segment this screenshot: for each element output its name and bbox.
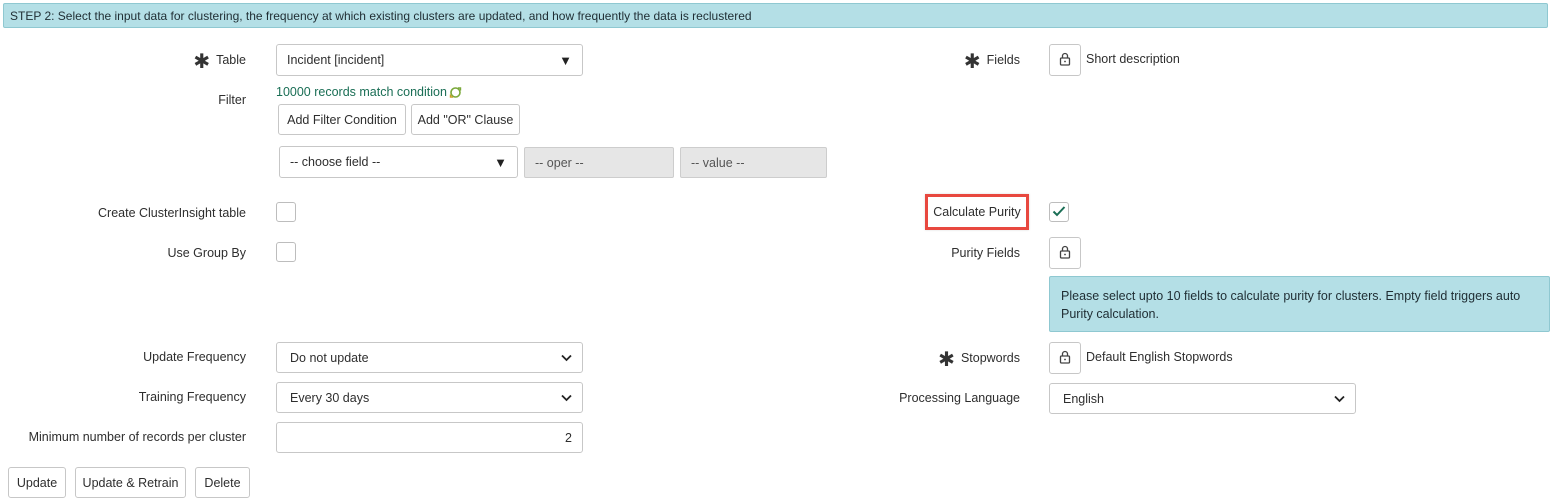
chevron-down-icon	[1334, 395, 1345, 403]
check-icon	[1052, 205, 1066, 220]
lock-icon	[1059, 350, 1071, 367]
fields-lock-button[interactable]	[1049, 44, 1081, 76]
required-icon: ✱	[938, 349, 955, 371]
filter-label: Filter	[218, 93, 246, 107]
processing-language-select[interactable]: English	[1049, 383, 1356, 414]
fields-label-row: ✱ Fields	[964, 52, 1020, 72]
processing-language-label: Processing Language	[899, 391, 1020, 405]
calculate-purity-checkbox[interactable]	[1049, 202, 1069, 222]
table-select[interactable]: Incident [incident] ▼	[276, 44, 583, 76]
records-match-link[interactable]: 10000 records match condition	[276, 85, 447, 99]
choose-field-select[interactable]: -- choose field -- ▼	[279, 146, 518, 178]
training-frequency-select[interactable]: Every 30 days	[276, 382, 583, 413]
fields-value: Short description	[1086, 52, 1180, 66]
update-frequency-value: Do not update	[290, 350, 369, 365]
caret-down-icon: ▼	[494, 154, 507, 170]
use-group-by-checkbox[interactable]	[276, 242, 296, 262]
use-group-by-label: Use Group By	[167, 246, 246, 260]
purity-fields-lock-button[interactable]	[1049, 237, 1081, 269]
operator-field[interactable]: -- oper --	[524, 147, 674, 178]
stopwords-lock-button[interactable]	[1049, 342, 1081, 374]
table-select-value: Incident [incident]	[287, 53, 385, 67]
update-button[interactable]: Update	[8, 467, 66, 498]
calculate-purity-label: Calculate Purity	[925, 194, 1029, 230]
update-retrain-button[interactable]: Update & Retrain	[75, 467, 186, 498]
min-records-value: 2	[565, 430, 572, 445]
add-or-clause-button[interactable]: Add "OR" Clause	[411, 104, 520, 135]
table-label-row: ✱ Table	[193, 52, 246, 72]
add-filter-condition-button[interactable]: Add Filter Condition	[278, 104, 406, 135]
chevron-down-icon	[561, 394, 572, 402]
stopwords-label-row: ✱ Stopwords	[938, 350, 1020, 370]
table-label: Table	[216, 53, 246, 67]
step-banner: STEP 2: Select the input data for cluste…	[3, 3, 1548, 28]
training-frequency-label: Training Frequency	[138, 390, 246, 404]
min-records-label: Minimum number of records per cluster	[28, 430, 246, 444]
delete-button[interactable]: Delete	[195, 467, 250, 498]
processing-language-value: English	[1063, 391, 1104, 406]
purity-info-message: Please select upto 10 fields to calculat…	[1049, 276, 1550, 332]
create-clusterinsight-label: Create ClusterInsight table	[98, 206, 246, 220]
required-icon: ✱	[193, 51, 211, 73]
update-frequency-select[interactable]: Do not update	[276, 342, 583, 373]
update-frequency-label: Update Frequency	[143, 350, 246, 364]
required-icon: ✱	[963, 51, 981, 73]
stopwords-value: Default English Stopwords	[1086, 350, 1233, 364]
purity-fields-label: Purity Fields	[951, 246, 1020, 260]
create-clusterinsight-checkbox[interactable]	[276, 202, 296, 222]
lock-icon	[1059, 52, 1071, 69]
lock-icon	[1059, 245, 1071, 262]
caret-down-icon: ▼	[559, 52, 572, 68]
choose-field-value: -- choose field --	[290, 155, 381, 169]
training-frequency-value: Every 30 days	[290, 390, 370, 405]
refresh-icon[interactable]	[449, 86, 462, 99]
chevron-down-icon	[561, 354, 572, 362]
min-records-input[interactable]: 2	[276, 422, 583, 453]
value-field[interactable]: -- value --	[680, 147, 827, 178]
stopwords-label: Stopwords	[960, 351, 1020, 365]
fields-label: Fields	[986, 53, 1020, 67]
